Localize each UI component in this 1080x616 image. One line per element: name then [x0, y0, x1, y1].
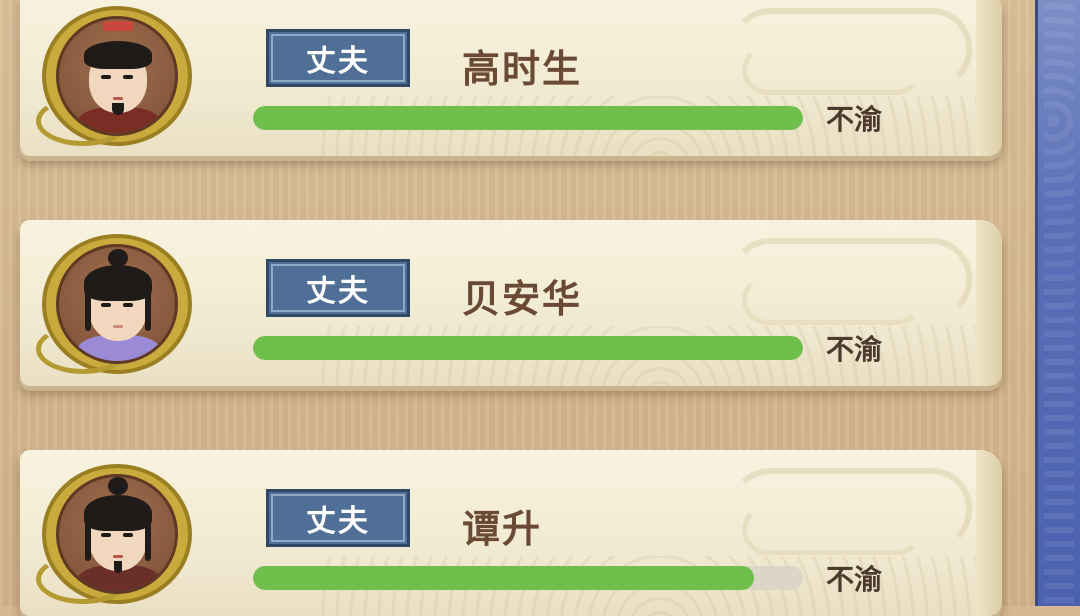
cloud-decoration	[742, 505, 922, 555]
affection-bar-fill	[253, 336, 803, 360]
affection-bar	[253, 566, 803, 590]
affection-status: 不渝	[826, 103, 883, 136]
male-swordsman-portrait-icon[interactable]	[36, 458, 206, 608]
male-official-portrait-icon[interactable]	[36, 0, 206, 150]
side-panel-edge	[1035, 0, 1080, 606]
scroll-curl	[976, 450, 1002, 616]
role-tag: 丈夫	[266, 259, 410, 317]
scroll-curl	[976, 0, 1002, 156]
scroll-curl	[976, 220, 1002, 386]
affection-bar-fill	[253, 106, 803, 130]
affection-bar	[253, 336, 803, 360]
spouse-name: 高时生	[462, 47, 583, 91]
spouse-name: 贝安华	[462, 277, 583, 321]
cloud-decoration	[742, 275, 922, 325]
role-tag: 丈夫	[266, 489, 410, 547]
affection-status: 不渝	[826, 333, 883, 366]
affection-bar-fill	[253, 566, 754, 590]
affection-status: 不渝	[826, 563, 883, 596]
role-tag: 丈夫	[266, 29, 410, 87]
male-scholar-portrait-icon[interactable]	[36, 228, 206, 378]
affection-bar	[253, 106, 803, 130]
cloud-decoration	[742, 45, 922, 95]
spouse-name: 谭升	[462, 507, 543, 551]
